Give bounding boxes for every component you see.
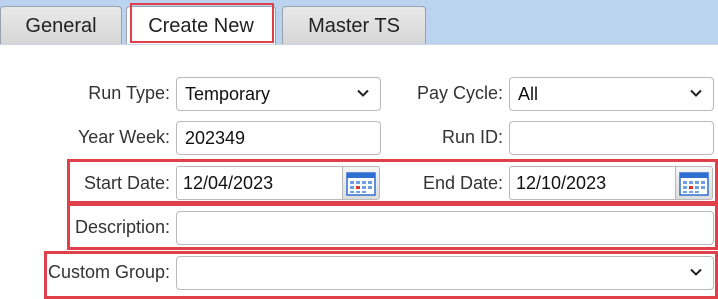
description-label: Description:	[74, 217, 170, 237]
run-id-label: Run ID:	[441, 127, 503, 147]
run-type-value: Temporary	[185, 84, 271, 104]
custom-group-label: Custom Group:	[47, 262, 170, 282]
pay-cycle-select[interactable]: All	[509, 77, 714, 111]
chevron-down-icon	[357, 89, 369, 97]
end-date-label: End Date:	[422, 173, 503, 193]
calendar-icon	[679, 172, 709, 196]
pay-cycle-label: Pay Cycle:	[416, 83, 503, 103]
tab-master-ts[interactable]: Master TS	[282, 6, 426, 44]
tab-general[interactable]: General	[0, 6, 122, 44]
run-id-input[interactable]	[509, 121, 714, 155]
start-date-label: Start Date:	[83, 173, 170, 193]
tab-bar: General Create New Master TS	[0, 0, 718, 45]
pay-cycle-value: All	[518, 84, 539, 104]
chevron-down-icon	[690, 268, 702, 276]
end-date-input[interactable]: 12/10/2023	[509, 166, 675, 200]
start-date-input[interactable]: 12/04/2023	[176, 166, 342, 200]
description-input[interactable]	[176, 211, 714, 245]
chevron-down-icon	[690, 89, 702, 97]
run-type-select[interactable]: Temporary	[176, 77, 381, 111]
run-type-label: Run Type:	[88, 83, 170, 103]
create-new-form: Run Type: Temporary Pay Cycle: All Year …	[0, 44, 718, 299]
start-date-calendar-button[interactable]	[342, 166, 380, 200]
end-date-calendar-button[interactable]	[675, 166, 713, 200]
custom-group-select[interactable]	[176, 256, 714, 290]
calendar-icon	[346, 172, 376, 196]
tab-create-new[interactable]: Create New	[126, 6, 276, 45]
year-week-label: Year Week:	[77, 127, 170, 147]
year-week-input[interactable]: 202349	[176, 121, 381, 155]
